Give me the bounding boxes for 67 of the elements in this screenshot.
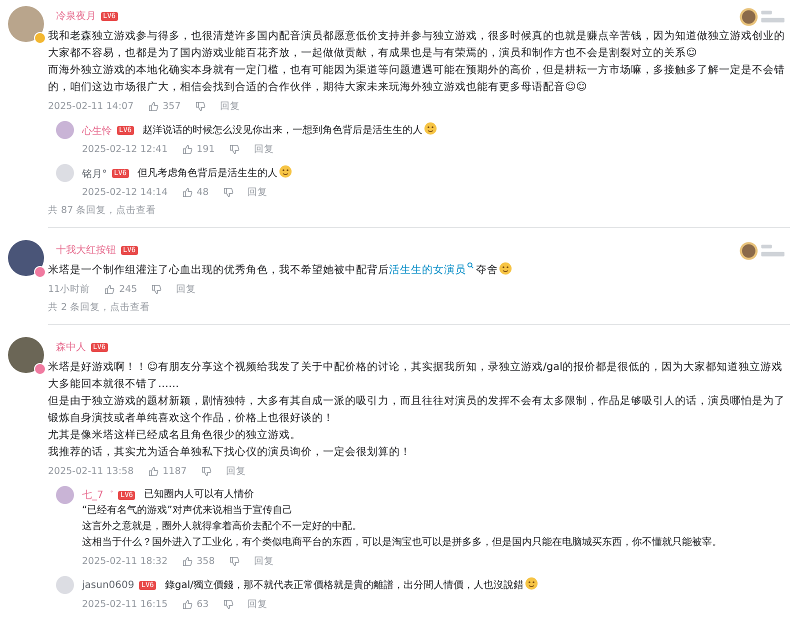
username[interactable]: jasun0609 — [82, 580, 134, 591]
emoji-icon — [499, 262, 512, 275]
thumb-down-icon[interactable] — [228, 556, 240, 566]
timestamp: 2025-02-12 12:41 — [82, 144, 168, 154]
keyword-link[interactable]: 活生生的女演员 — [389, 264, 466, 276]
thumb-down-icon[interactable] — [200, 466, 212, 476]
reply-button[interactable]: 回复 — [254, 142, 274, 156]
avatar[interactable] — [8, 240, 44, 276]
timestamp: 2025-02-11 16:15 — [82, 598, 168, 610]
avatar[interactable] — [8, 337, 44, 373]
comment-text: 这相当于什么？国外进入了工业化，有个类似电商平台的东西，可以是淘宝也可以是拼多多，但是国内只能在电脑城买东西，你不懂就只能被宰。 — [82, 537, 722, 548]
username[interactable]: 森中人 — [56, 340, 86, 354]
comment-text: 錄gal/獨立價錢，那不就代表正常價格就是貴的離譜，出分間人情價，人也沒說錯 — [164, 580, 524, 591]
comment-text: 我推荐的话，其实尤为适合单独私下找心仪的演员询价，一定会很划算的！ — [48, 446, 411, 458]
thumb-down-icon[interactable] — [194, 100, 206, 112]
timestamp: 11小时前 — [48, 282, 90, 296]
reply-button[interactable]: 回复 — [176, 282, 196, 296]
username[interactable]: 冷泉夜月 — [56, 9, 96, 23]
timestamp: 2025-02-11 14:07 — [48, 100, 134, 112]
thumb-down-icon[interactable] — [222, 598, 234, 610]
thumb-up-icon[interactable] — [148, 100, 159, 112]
comment-text: 但是由于独立游戏的题材新颖，剧情独特，大多有其自成一派的吸引力，而且往往对演员的发挥不会有太多限制，作品足够吸引人的话，演员哪怕是为了锻炼自身演技或者单纯喜欢这个作品，价格上也很好谈的！ — [48, 395, 785, 424]
timestamp: 2025-02-11 13:58 — [48, 466, 134, 476]
like-count: 48 — [196, 186, 209, 198]
thumb-up-icon[interactable] — [182, 556, 193, 566]
comment-text: 夺舍 — [476, 264, 498, 276]
emoji-icon — [424, 122, 437, 135]
comment-text: 赵洋说话的时候怎么没见你出来，一想到角色背后是活生生的人 — [142, 125, 423, 136]
thumb-up-icon[interactable] — [148, 466, 159, 476]
view-replies-link[interactable]: 共 2 条回复，点击查看 — [48, 301, 790, 314]
like-count: 191 — [196, 144, 215, 154]
comment-text: 米塔是好游戏啊！！☺有朋友分享这个视频给我发了关于中配价格的讨论，其实据我所知，录独立游戏/gal的报价都是很低的，因为大家都知道独立游戏大多能回本就很不错了…… — [48, 361, 783, 390]
comment-text: 而海外独立游戏的本地化确实本身就有一定门槛，也有可能因为渠道等问题遭遇可能在预期外的高价，但是耕耘一方市场嘛，多接触多了解一定是不会错的，咱们这边市场很广大，相信会找到合适的合作伙伴，期待大家未来玩海外独立游戏也能有更多母语配音☺☺ — [48, 64, 785, 93]
username[interactable]: 铭月° — [82, 166, 107, 180]
reply-button[interactable]: 回复 — [248, 598, 268, 610]
comment-text: 这言外之意就是，圈外人就得拿着高价去配个不一定好的中配。 — [82, 521, 362, 532]
reply-button[interactable]: 回复 — [254, 554, 274, 568]
view-replies-link[interactable]: 共 87 条回复，点击查看 — [48, 204, 790, 217]
thumb-down-icon[interactable] — [228, 144, 240, 154]
thumb-up-icon[interactable] — [182, 598, 193, 610]
comment-text: 尤其是像米塔这样已经成名且角色很少的独立游戏。 — [48, 429, 301, 441]
like-count: 63 — [196, 598, 209, 610]
emoji-icon — [278, 165, 292, 178]
thumb-down-icon[interactable] — [222, 186, 234, 198]
thumb-up-icon[interactable] — [182, 186, 193, 198]
comment-text: 我和老森独立游戏参与得多，也很清楚许多国内配音演员都愿意低价支持并参与独立游戏，很多时候真的也就是赚点辛苦钱，因为知道做独立游戏创业的大家都不容易，也都是为了国内游戏业能百花齐放，一起做做贡献，有成果也是与有荣焉的，演员和制作方也不会是割裂对立的关系☺ — [48, 30, 785, 59]
username[interactable]: 七_7゛ — [82, 488, 114, 502]
thumb-up-icon[interactable] — [182, 144, 193, 154]
username[interactable]: 心生怜 — [82, 124, 112, 138]
reply-button[interactable]: 回复 — [248, 186, 268, 198]
comment-text: 已知圈内人可以有人情价 — [144, 489, 254, 500]
comment-text: 但凡考虑角色背后是活生生的人 — [138, 168, 278, 179]
like-count: 357 — [162, 100, 181, 112]
comment-text: “已经有名气的游戏”对声优来说相当于宣传自己 — [82, 505, 292, 516]
thumb-up-icon[interactable] — [104, 284, 116, 294]
timestamp: 2025-02-12 14:14 — [82, 186, 168, 198]
like-count: 1187 — [162, 466, 187, 476]
reply-button[interactable]: 回复 — [226, 464, 246, 478]
timestamp: 2025-02-11 18:32 — [82, 556, 168, 566]
reply-button[interactable]: 回复 — [220, 100, 240, 112]
comment-text: 米塔是一个制作组灌注了心血出现的优秀角色，我不希望她被中配背后 — [48, 264, 389, 276]
thumb-down-icon[interactable] — [151, 284, 162, 294]
search-icon — [467, 262, 474, 269]
like-count: 358 — [196, 556, 215, 566]
emoji-icon — [524, 577, 538, 590]
like-count: 245 — [119, 284, 138, 294]
username[interactable]: 十我大红按钮 — [56, 243, 116, 257]
